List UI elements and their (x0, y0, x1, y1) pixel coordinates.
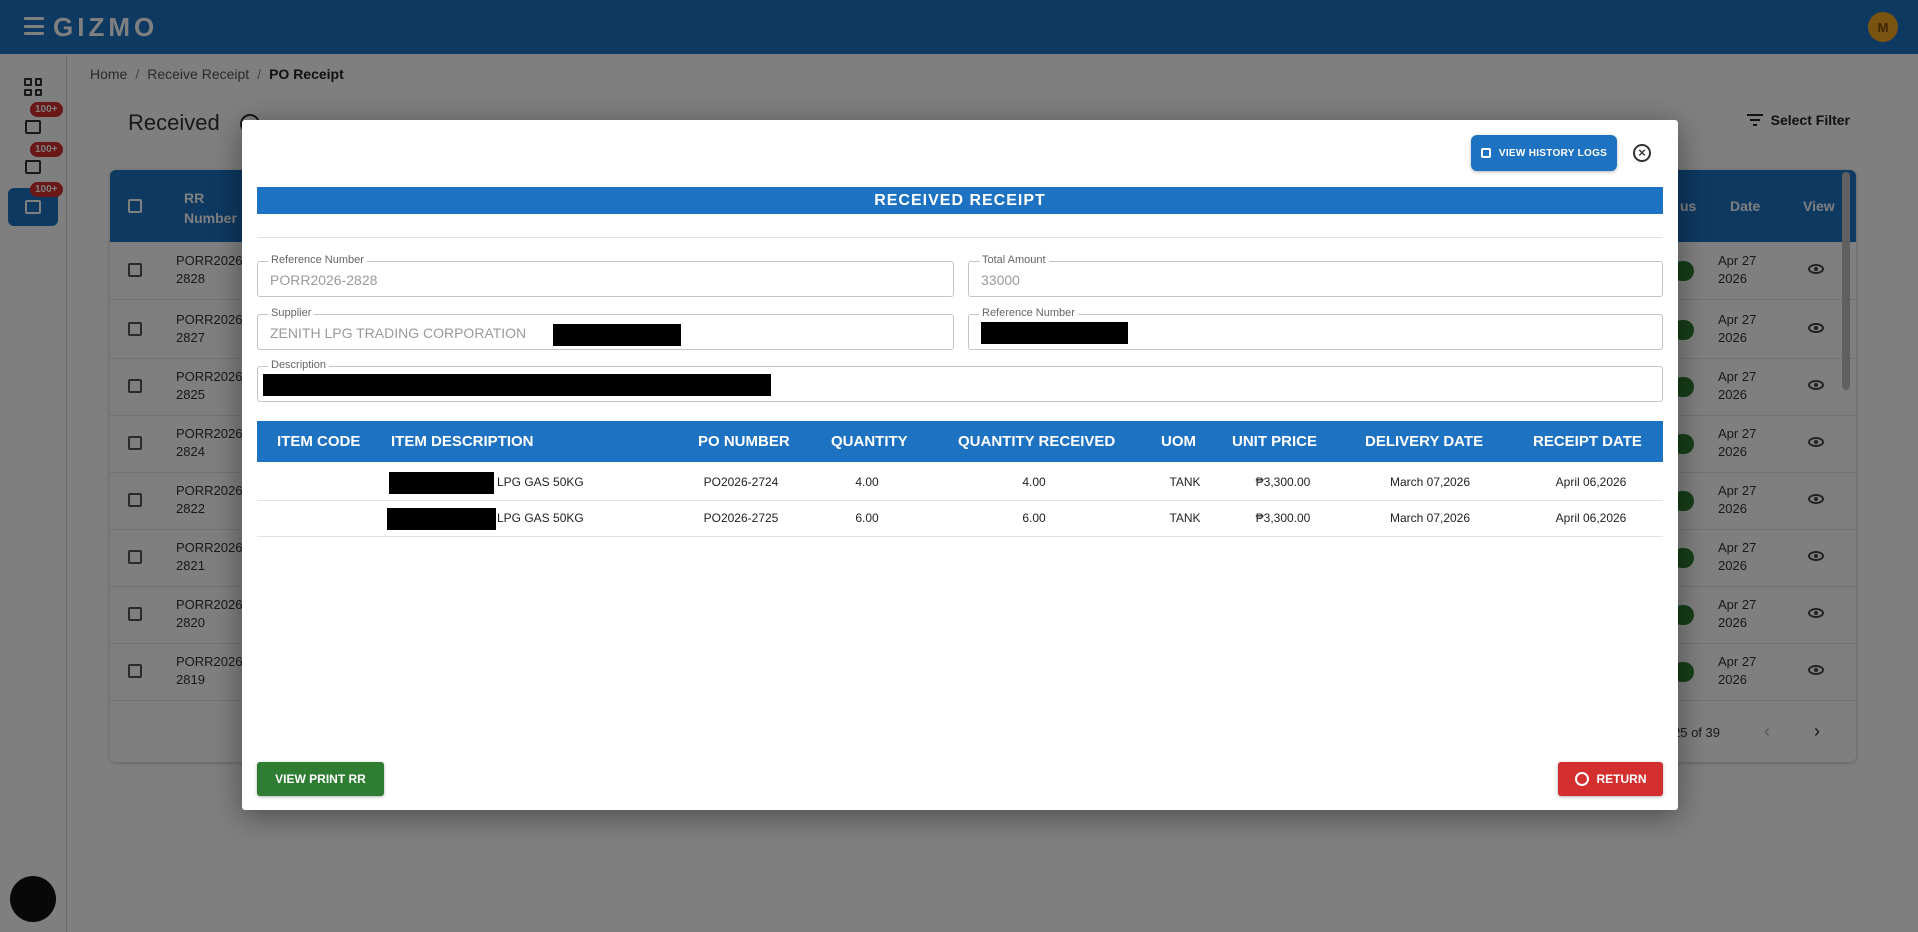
dialog-title: RECEIVED RECEIPT (257, 187, 1663, 214)
item-description-cell: LPG GAS 50KG (497, 511, 584, 525)
total-amount-field[interactable]: Total Amount 33000 (968, 254, 1663, 297)
total-amount-value: 33000 (981, 272, 1020, 288)
reference-number-label: Reference Number (268, 254, 367, 266)
view-history-logs-button[interactable]: VIEW HISTORY LOGS (1471, 135, 1617, 171)
po-number-cell: PO2026-2724 (703, 475, 779, 489)
view-history-logs-label: VIEW HISTORY LOGS (1498, 147, 1608, 159)
return-icon (1574, 772, 1589, 786)
divider (257, 237, 1663, 238)
unit-price-cell: ₱3,300.00 (1255, 475, 1311, 489)
view-print-rr-button[interactable]: VIEW PRINT RR (257, 762, 384, 796)
reference-number-2-label: Reference Number (979, 307, 1078, 319)
quantity-cell: 6.00 (855, 511, 879, 525)
redaction-box (389, 472, 494, 494)
quantity-cell: 4.00 (855, 475, 879, 489)
table-row[interactable]: LPG GAS 50KG PO2026-2725 6.00 6.00 TANK ₱3,30… (257, 500, 1663, 537)
delivery-date-cell: March 07,2026 (1389, 475, 1471, 489)
history-icon (1480, 148, 1491, 158)
header-item-description: ITEM DESCRIPTION (391, 433, 534, 450)
header-delivery-date: DELIVERY DATE (1365, 433, 1484, 450)
items-table-header: ITEM CODE ITEM DESCRIPTION PO NUMBER QUA… (257, 421, 1663, 462)
unit-price-cell: ₱3,300.00 (1255, 511, 1311, 525)
reference-number-2-field[interactable]: Reference Number (968, 307, 1663, 350)
header-quantity: QUANTITY (831, 433, 908, 450)
receipt-date-cell: April 06,2026 (1555, 511, 1627, 525)
header-unit-price: UNIT PRICE (1232, 433, 1318, 450)
supplier-field[interactable]: Supplier ZENITH LPG TRADING CORPORATION (257, 307, 954, 350)
description-label: Description (268, 359, 330, 371)
supplier-label: Supplier (268, 307, 315, 319)
header-item-code: ITEM CODE (277, 433, 361, 450)
po-number-cell: PO2026-2725 (703, 511, 779, 525)
total-amount-label: Total Amount (979, 254, 1049, 266)
quantity-received-cell: 4.00 (1022, 475, 1046, 489)
receipt-date-cell: April 06,2026 (1555, 475, 1627, 489)
header-receipt-date: RECEIPT DATE (1533, 433, 1642, 450)
return-button[interactable]: RETURN (1558, 762, 1663, 796)
header-po-number: PO NUMBER (698, 433, 790, 450)
header-quantity-received: QUANTITY RECEIVED (958, 433, 1116, 450)
reference-number-field[interactable]: Reference Number PORR2026-2828 (257, 254, 954, 297)
close-icon[interactable]: × (1633, 144, 1651, 162)
redaction-box (263, 374, 771, 396)
return-label: RETURN (1596, 772, 1647, 786)
header-uom: UOM (1161, 433, 1196, 450)
reference-number-value: PORR2026-2828 (270, 272, 378, 288)
redaction-box (387, 508, 496, 530)
redaction-box (553, 324, 681, 346)
item-description-cell: LPG GAS 50KG (497, 475, 584, 489)
delivery-date-cell: March 07,2026 (1389, 511, 1471, 525)
table-row[interactable]: LPG GAS 50KG PO2026-2724 4.00 4.00 TANK ₱3,30… (257, 464, 1663, 501)
description-field[interactable]: Description (257, 359, 1663, 402)
quantity-received-cell: 6.00 (1022, 511, 1046, 525)
received-receipt-dialog: VIEW HISTORY LOGS × RECEIVED RECEIPT Ref… (242, 120, 1678, 810)
supplier-value: ZENITH LPG TRADING CORPORATION (270, 325, 527, 341)
redaction-box (981, 322, 1128, 344)
